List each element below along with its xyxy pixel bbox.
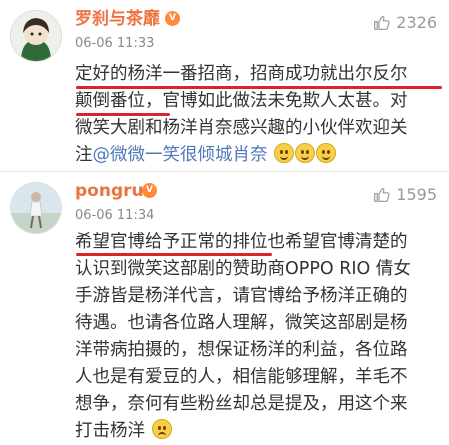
comment-item: 罗刹与茶靡 V 06-06 11:33 2326 定好的杨洋一番招商，招商成功就… (0, 0, 449, 172)
sad-emoji-icon (151, 419, 172, 439)
avatar[interactable] (10, 182, 62, 234)
mention-link[interactable]: @微微一笑很倾城肖奈 (93, 145, 268, 165)
text-line: 定好的杨洋一番招商，招商成功就出尔反尔 (75, 61, 443, 88)
vip-badge-icon: V (142, 183, 157, 198)
text-span: 待遇。也请各位路人理解，微笑这部剧是杨 (75, 313, 408, 333)
text-span: 打击杨洋 (75, 421, 145, 441)
thumbs-up-icon (374, 187, 390, 202)
username[interactable]: pongru (75, 181, 144, 201)
like-button[interactable]: 2326 (373, 12, 437, 32)
red-underline (76, 253, 272, 256)
text-line: 认识到微笑这部剧的赞助商OPPO RIO 倩女 (75, 256, 443, 283)
text-line: 手游皆是杨洋代言，请官博给予杨洋正确的 (75, 283, 443, 310)
timestamp: 06-06 11:33 (75, 36, 155, 51)
like-button[interactable]: 1595 (373, 184, 437, 204)
text-line: 颠倒番位，官博如此做法未免欺人太甚。对 (75, 88, 443, 115)
smile-emoji-icon (274, 143, 295, 163)
text-line: 注@微微一笑很倾城肖奈 (75, 142, 443, 169)
text-line: 想争，奈何有些粉丝却总是提及，用这个来 (75, 391, 443, 418)
text-line: 微笑大剧和杨洋肖奈感兴趣的小伙伴欢迎关 (75, 115, 443, 142)
text-span: 微笑大剧和杨洋肖奈感兴趣的小伙伴欢迎关 (75, 118, 408, 138)
text-line: 希望官博给予正常的排位也希望官博清楚的 (75, 229, 443, 256)
underlined-text: 希望官博给予正常的排位 (75, 232, 268, 252)
text-line: 人也是有爱豆的人，相信能够理解，羊毛不 (75, 364, 443, 391)
like-count: 2326 (396, 12, 437, 32)
underlined-text: 颠倒番位， (75, 91, 163, 111)
timestamp: 06-06 11:34 (75, 208, 155, 223)
text-span: 官博如此做法未免欺人太甚。对 (162, 91, 408, 111)
text-span: 洋带病拍摄的，想保证杨洋的利益，各位路 (75, 340, 408, 360)
underlined-text: 定好的杨洋一番招商，招商成功就出尔反尔 (75, 64, 408, 84)
comment-item: pongru V 06-06 11:34 1595 希望官博给予正常的排位也希望… (0, 172, 449, 443)
comment-text: 希望官博给予正常的排位也希望官博清楚的 认识到微笑这部剧的赞助商OPPO RIO… (75, 229, 443, 445)
text-span: 手游皆是杨洋代言，请官博给予杨洋正确的 (75, 286, 408, 306)
username[interactable]: 罗刹与茶靡 (75, 9, 160, 29)
like-count: 1595 (396, 184, 437, 204)
text-line: 待遇。也请各位路人理解，微笑这部剧是杨 (75, 310, 443, 337)
text-span: 注 (75, 145, 93, 165)
text-span: 认识到微笑这部剧的赞助商OPPO RIO 倩女 (75, 259, 411, 279)
text-span: 也希望官博清楚的 (267, 232, 408, 252)
avatar[interactable] (10, 10, 62, 62)
thumbs-up-icon (374, 15, 390, 30)
text-line: 洋带病拍摄的，想保证杨洋的利益，各位路 (75, 337, 443, 364)
avatar-image (11, 11, 61, 61)
red-underline (76, 113, 170, 116)
avatar-image (11, 183, 61, 233)
smile-emoji-icon (316, 143, 337, 163)
text-span: 想争，奈何有些粉丝却总是提及，用这个来 (75, 394, 408, 414)
vip-badge-icon: V (165, 11, 180, 26)
red-underline (76, 86, 442, 89)
text-span: 人也是有爱豆的人，相信能够理解，羊毛不 (75, 367, 408, 387)
smile-emoji-icon (295, 143, 316, 163)
text-line: 打击杨洋 (75, 418, 443, 445)
